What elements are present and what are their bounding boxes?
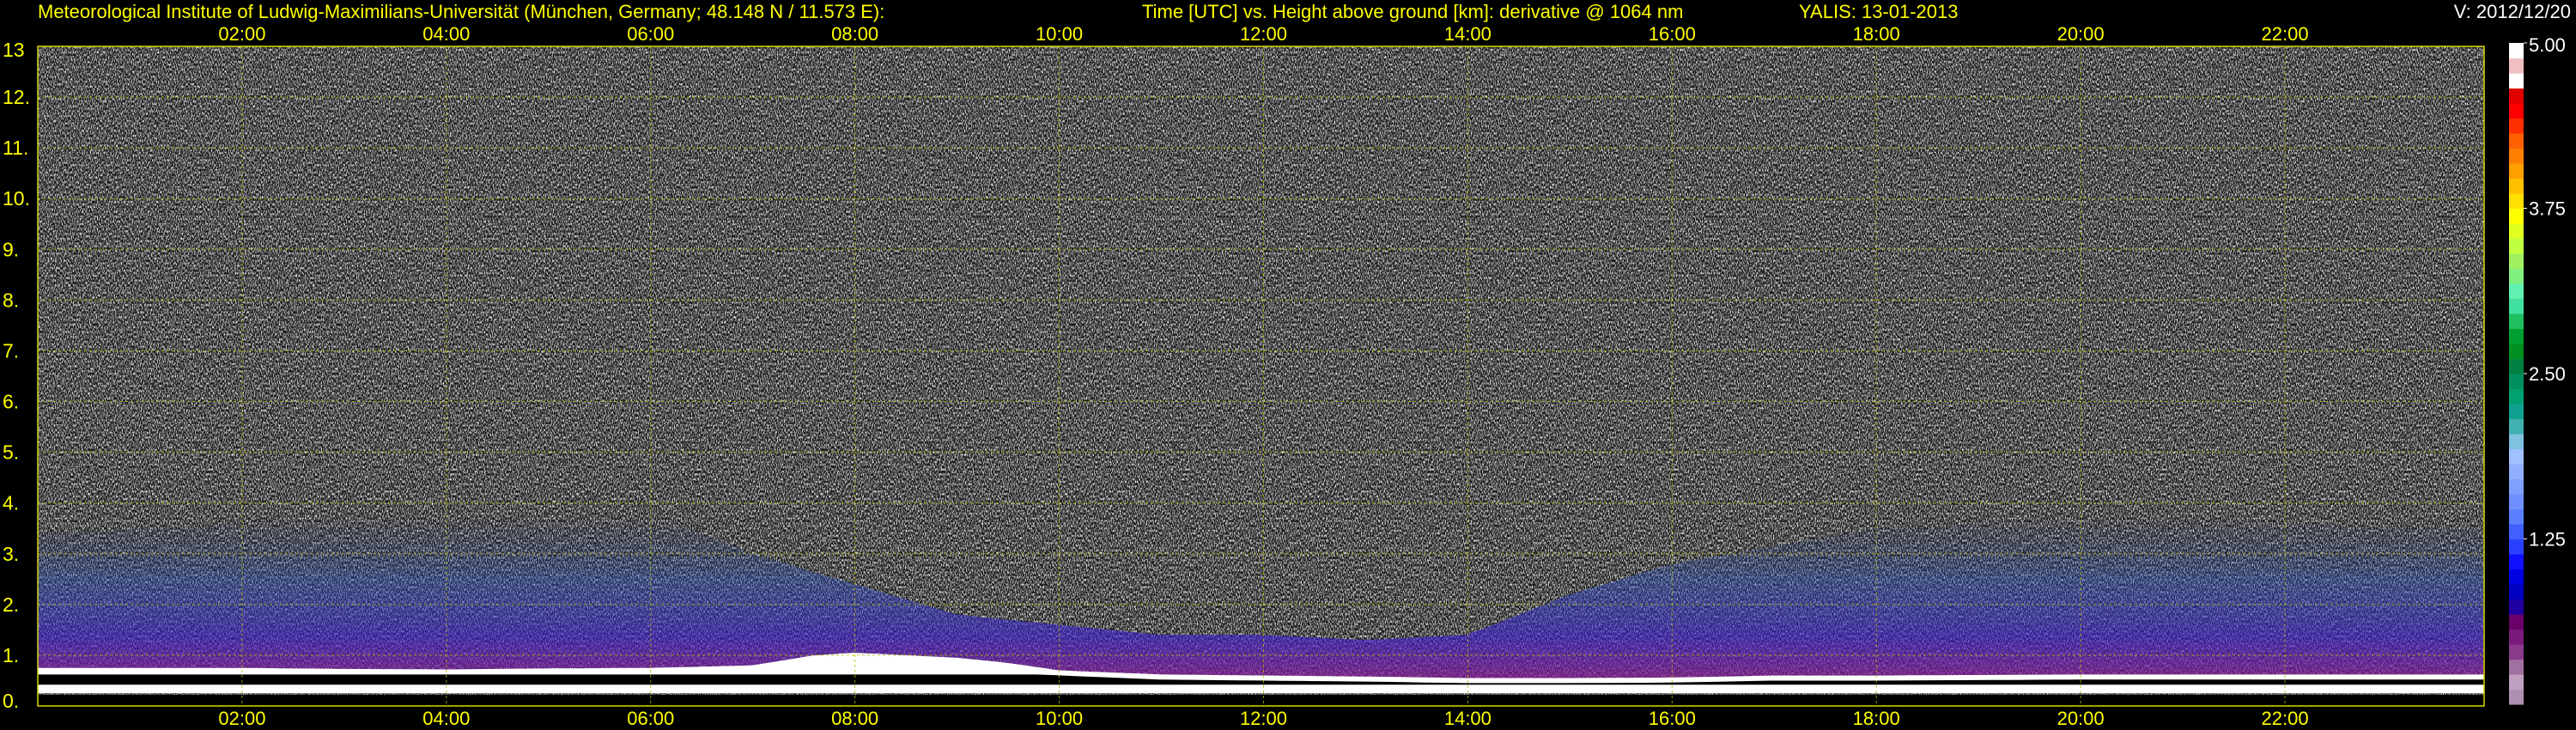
colorbar-swatch [2509, 599, 2524, 615]
y-tick-label: 13 [3, 39, 25, 61]
colorbar-swatch [2509, 148, 2524, 164]
colorbar-swatch [2509, 223, 2524, 240]
colorbar-swatch [2509, 344, 2524, 360]
colorbar-swatch [2509, 494, 2524, 510]
x-tick-label-top: 18:00 [1853, 23, 1900, 45]
colorbar: 5.00 3.75 2.50 1.25 [2509, 34, 2566, 705]
colorbar-swatch [2509, 238, 2524, 254]
colorbar-swatch [2509, 418, 2524, 435]
colorbar-swatch [2509, 674, 2524, 690]
y-tick-label: 2. [3, 593, 19, 616]
x-tick-label-bottom: 20:00 [2057, 708, 2105, 729]
x-tick-label-top: 06:00 [627, 23, 674, 45]
colorbar-swatch [2509, 434, 2524, 450]
x-tick-label-top: 10:00 [1036, 23, 1083, 45]
x-tick-label-top: 16:00 [1649, 23, 1696, 45]
colorbar-swatch [2509, 629, 2524, 645]
colorbar-swatch [2509, 253, 2524, 270]
colorbar-swatch [2509, 178, 2524, 194]
y-tick-label: 11. [3, 137, 28, 159]
colorbar-swatch [2509, 404, 2524, 420]
y-tick-label: 3. [3, 543, 19, 565]
colorbar-swatch [2509, 283, 2524, 300]
colorbar-swatch [2509, 73, 2524, 89]
x-tick-label-top: 04:00 [422, 23, 470, 45]
colorbar-swatch [2509, 163, 2524, 179]
x-tick-label-top: 22:00 [2262, 23, 2309, 45]
x-tick-label-bottom: 18:00 [1853, 708, 1900, 729]
colorbar-tick-label: 5.00 [2529, 34, 2566, 56]
x-tick-label-top: 14:00 [1444, 23, 1492, 45]
y-tick-label: 10. [3, 187, 30, 210]
colorbar-swatch [2509, 298, 2524, 314]
colorbar-swatch [2509, 659, 2524, 675]
colorbar-swatch [2509, 554, 2524, 570]
colorbar-swatch [2509, 538, 2524, 555]
y-tick-label: 8. [3, 289, 19, 311]
colorbar-swatch [2509, 524, 2524, 540]
colorbar-swatch [2509, 193, 2524, 210]
ground-strip [38, 695, 2484, 706]
colorbar-swatch [2509, 569, 2524, 585]
colorbar-swatch [2509, 478, 2524, 495]
colorbar-swatch [2509, 133, 2524, 149]
y-tick-label: 0. [3, 690, 19, 712]
y-tick-label: 12. [3, 86, 30, 108]
plot-area [38, 46, 2484, 706]
x-tick-label-bottom: 04:00 [422, 708, 470, 729]
y-tick-label: 5. [3, 441, 19, 464]
lidar-plot: Meteorological Institute of Ludwig-Maxim… [0, 0, 2576, 730]
colorbar-swatch [2509, 374, 2524, 390]
colorbar-swatch [2509, 464, 2524, 480]
x-tick-label-top: 08:00 [831, 23, 878, 45]
colorbar-swatch [2509, 208, 2524, 224]
colorbar-tick-label: 2.50 [2529, 363, 2566, 385]
colorbar-swatch [2509, 268, 2524, 284]
colorbar-swatch [2509, 328, 2524, 344]
x-tick-label-bottom: 14:00 [1444, 708, 1492, 729]
colorbar-swatch [2509, 508, 2524, 525]
x-tick-label-bottom: 02:00 [218, 708, 265, 729]
y-tick-label: 6. [3, 391, 19, 413]
colorbar-swatch [2509, 103, 2524, 119]
colorbar-tick-label: 1.25 [2529, 529, 2566, 551]
y-tick-label: 1. [3, 644, 19, 666]
x-tick-label-bottom: 22:00 [2262, 708, 2309, 729]
colorbar-tick-label: 3.75 [2529, 198, 2566, 220]
x-tick-label-bottom: 06:00 [627, 708, 674, 729]
colorbar-swatch [2509, 58, 2524, 74]
colorbar-swatch [2509, 584, 2524, 600]
x-tick-label-bottom: 10:00 [1036, 708, 1083, 729]
y-tick-label: 4. [3, 492, 19, 514]
colorbar-swatch [2509, 358, 2524, 374]
colorbar-swatch [2509, 118, 2524, 134]
x-tick-label-top: 20:00 [2057, 23, 2105, 45]
chart-svg: 02:00 02:00 04:00 04:00 06:00 06:00 08:00 08:00… [3, 23, 2566, 729]
y-tick-label: 7. [3, 339, 19, 362]
colorbar-swatch [2509, 388, 2524, 405]
colorbar-swatch [2509, 313, 2524, 330]
colorbar-swatch [2509, 88, 2524, 104]
colorbar-swatch [2509, 614, 2524, 630]
colorbar-swatch [2509, 448, 2524, 465]
x-tick-label-top: 02:00 [218, 23, 265, 45]
x-tick-label-bottom: 16:00 [1649, 708, 1696, 729]
x-tick-label-bottom: 08:00 [831, 708, 878, 729]
colorbar-swatch [2509, 644, 2524, 660]
x-tick-label-top: 12:00 [1240, 23, 1287, 45]
y-tick-label: 9. [3, 238, 19, 260]
colorbar-swatch [2509, 689, 2524, 705]
x-tick-label-bottom: 12:00 [1240, 708, 1287, 729]
colorbar-swatch [2509, 43, 2524, 59]
